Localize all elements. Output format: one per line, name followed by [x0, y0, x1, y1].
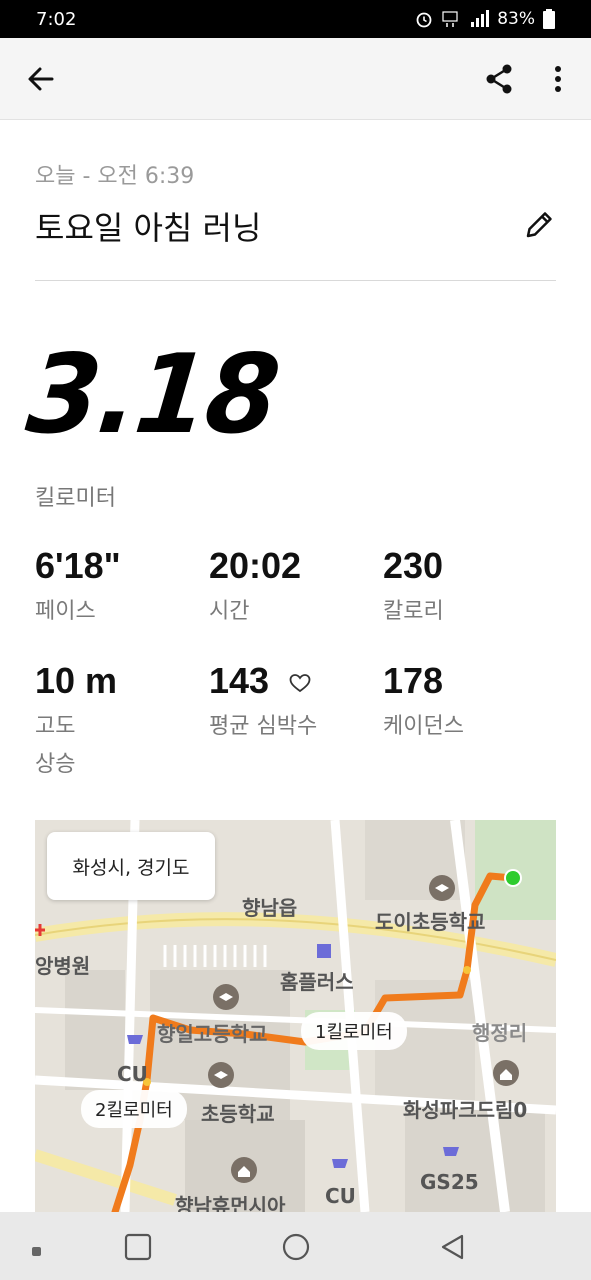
divider — [35, 280, 556, 281]
heart-icon — [289, 674, 311, 693]
map-label-hyangnam: 향남읍 — [242, 896, 298, 920]
back-triangle-icon — [441, 1234, 464, 1260]
stat-calories: 230 칼로리 — [383, 545, 444, 631]
stat-time: 20:02 시간 — [209, 545, 301, 631]
map-label-elementary: 초등학교 — [201, 1102, 275, 1126]
edit-title-button[interactable] — [520, 206, 558, 244]
elevation-label: 고도 상승 — [35, 714, 76, 777]
home-icon — [231, 1157, 257, 1183]
nav-dot — [32, 1242, 42, 1261]
heart-rate-value: 143 — [209, 660, 270, 701]
home-button[interactable] — [281, 1232, 311, 1266]
map-location-label: 화성시, 경기도 — [47, 832, 215, 900]
battery-icon — [543, 9, 555, 29]
stat-elevation: 10 m 고도 상승 — [35, 660, 117, 784]
home-icon — [493, 1060, 519, 1086]
school-icon — [429, 875, 455, 901]
pace-value: 6'18" — [35, 545, 121, 586]
distance-value: 3.18 — [21, 330, 284, 459]
time-label: 시간 — [209, 599, 250, 624]
recents-icon — [124, 1233, 152, 1261]
cadence-value: 178 — [383, 660, 444, 701]
back-button[interactable] — [22, 60, 60, 98]
map-label-hyangnam-human: 향남휴먼시아 — [175, 1194, 286, 1212]
stat-cadence: 178 케이던스 — [383, 660, 464, 746]
time-value: 20:02 — [209, 545, 302, 586]
more-options-button[interactable] — [545, 60, 571, 98]
pencil-icon — [526, 212, 552, 238]
map-label-homeplus: 홈플러스 — [280, 970, 354, 994]
school-icon — [208, 1062, 234, 1088]
battery-percent: 83% — [497, 9, 535, 29]
cadence-label: 케이던스 — [383, 714, 464, 739]
more-vert-icon — [555, 66, 561, 92]
share-icon — [486, 64, 512, 94]
map-label-gs25: GS25 — [420, 1170, 479, 1194]
recents-button[interactable] — [123, 1232, 153, 1266]
map-label-hyangil-high: 향일고등학교 — [157, 1022, 268, 1046]
map-km-marker-1: 1킬로미터 — [301, 1012, 407, 1050]
school-icon — [213, 984, 239, 1010]
map-label-hwaseong-park: 화성파크드림0 — [403, 1098, 528, 1122]
status-time: 7:02 — [36, 8, 77, 30]
map-label-haengjeongri: 행정리 — [472, 1021, 528, 1045]
back-nav-button[interactable] — [438, 1232, 468, 1266]
arrow-left-icon — [28, 67, 54, 91]
toolbar — [0, 38, 591, 120]
stat-heart-rate: 143 평균 심박수 — [209, 660, 317, 746]
map-km-marker-2: 2킬로미터 — [81, 1090, 187, 1128]
system-navigation-bar — [0, 1212, 591, 1280]
calories-label: 칼로리 — [383, 599, 444, 624]
lte-icon — [442, 11, 458, 27]
share-button[interactable] — [480, 60, 518, 98]
status-bar: 7:02 83% — [0, 0, 591, 38]
dot-icon — [32, 1247, 41, 1256]
status-icons: 83% — [415, 9, 555, 29]
map-label-cu-1: CU — [117, 1062, 148, 1086]
alarm-icon — [416, 12, 432, 28]
heart-rate-row: 143 — [209, 660, 317, 702]
activity-title: 토요일 아침 러닝 — [35, 209, 262, 247]
stat-pace: 6'18" 페이스 — [35, 545, 121, 631]
map-label-hospital: 앙병원 — [35, 954, 91, 978]
map-label-cu-2: CU — [325, 1184, 356, 1208]
shopping-bag-icon — [317, 944, 331, 958]
home-circle-icon — [282, 1233, 310, 1261]
map-label-doi-school: 도이초등학교 — [375, 910, 486, 934]
pace-label: 페이스 — [35, 599, 96, 624]
signal-icon — [471, 10, 490, 27]
route-map[interactable]: 화성시, 경기도 향남읍 도이초등학교 홈플러스 향일고등학교 행정리 초등학교… — [35, 820, 556, 1212]
elevation-value: 10 m — [35, 660, 118, 701]
distance-unit: 킬로미터 — [35, 486, 116, 511]
calories-value: 230 — [383, 545, 444, 586]
heart-rate-label: 평균 심박수 — [209, 714, 318, 739]
activity-date: 오늘 - 오전 6:39 — [35, 164, 195, 189]
